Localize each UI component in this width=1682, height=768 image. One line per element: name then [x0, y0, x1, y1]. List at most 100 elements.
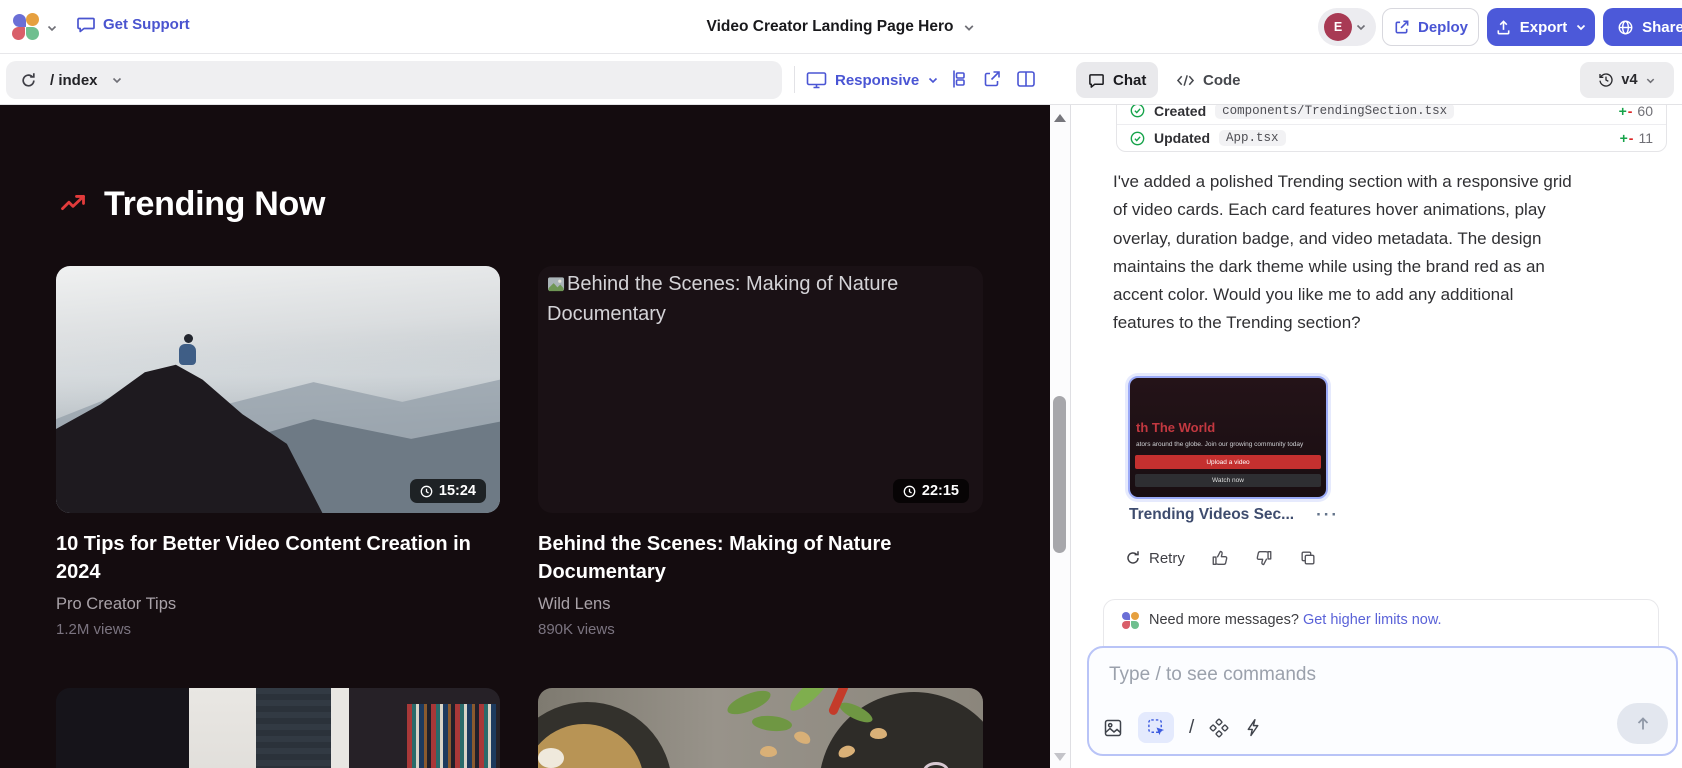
video-card-meta[interactable]: 10 Tips for Better Video Content Creatio… [56, 530, 486, 638]
assistant-message: I've added a polished Trending section w… [1113, 168, 1661, 338]
share-button[interactable]: Share [1603, 8, 1682, 46]
get-support-button[interactable]: Get Support [76, 14, 190, 34]
change-file-chip: App.tsx [1219, 130, 1286, 146]
tab-chat[interactable]: Chat [1076, 62, 1158, 98]
preview-toolbar: / index Responsive C [0, 54, 1682, 105]
retry-icon [1125, 550, 1141, 566]
preview-scrollbar[interactable] [1050, 105, 1070, 768]
components-diamonds-icon[interactable] [1209, 718, 1229, 738]
chat-panel: Created components/TrendingSection.tsx +… [1070, 105, 1682, 768]
site-preview-canvas[interactable]: Trending Now 15:24 10 Tips for Better Vi… [0, 105, 1050, 768]
route-path-label: / index [50, 72, 98, 89]
attachment-menu-dots[interactable]: ··· [1316, 505, 1339, 525]
duration-text: 15:24 [439, 483, 476, 499]
component-icon[interactable] [948, 69, 968, 89]
duration-text: 22:15 [922, 483, 959, 499]
banner-text: Need more messages? [1149, 612, 1299, 628]
chat-bubble-icon [1088, 72, 1105, 89]
trending-section-header: Trending Now [58, 181, 325, 227]
chat-input[interactable] [1109, 660, 1649, 690]
export-label: Export [1520, 19, 1568, 36]
file-change-row[interactable]: Updated App.tsx +-11 [1117, 124, 1666, 151]
account-menu[interactable]: E [1318, 8, 1376, 46]
open-in-new-window-icon[interactable] [982, 69, 1002, 89]
viewport-selector[interactable]: Responsive [806, 62, 939, 98]
viewport-label: Responsive [835, 72, 919, 89]
duration-badge: 22:15 [893, 479, 969, 503]
retry-button[interactable]: Retry [1125, 550, 1185, 567]
split-panel-icon[interactable] [1016, 69, 1036, 89]
change-action: Created [1154, 105, 1206, 119]
attachment-preview-card[interactable]: th The World ators around the globe. Joi… [1128, 376, 1328, 499]
clock-icon [903, 485, 916, 498]
scroll-up-arrow[interactable] [1054, 114, 1066, 122]
logo-menu-chevron-icon[interactable] [46, 22, 58, 34]
url-bar[interactable]: / index [6, 61, 782, 99]
version-history-button[interactable]: v4 [1580, 62, 1674, 98]
export-button[interactable]: Export [1487, 8, 1595, 46]
version-label: v4 [1621, 72, 1637, 88]
check-circle-icon [1130, 105, 1145, 118]
account-chevron-icon [1355, 21, 1367, 33]
message-actions: Retry [1125, 549, 1317, 567]
deploy-button[interactable]: Deploy [1382, 8, 1479, 46]
mini-hero-subtext: ators around the globe. Join our growing… [1136, 441, 1303, 448]
route-chevron-icon[interactable] [111, 74, 123, 86]
duration-badge: 15:24 [410, 479, 486, 503]
thumbs-down-icon[interactable] [1255, 549, 1273, 567]
support-bubble-icon [76, 14, 96, 34]
mini-secondary-button: Watch now [1135, 474, 1321, 487]
photographer-figure [184, 334, 193, 343]
diff-stats: +-60 [1619, 105, 1653, 119]
mini-primary-button: Upload a video [1135, 455, 1321, 469]
send-button[interactable] [1617, 703, 1668, 744]
video-card-thumbnail[interactable]: Behind the Scenes: Making of Nature Docu… [538, 266, 983, 513]
image-alt-text: Behind the Scenes: Making of Nature Docu… [547, 270, 917, 329]
thumbs-up-icon[interactable] [1211, 549, 1229, 567]
app-logo-mini-icon [1122, 612, 1139, 629]
composer-toolbar: / [1103, 712, 1263, 743]
chat-input-box[interactable]: / [1087, 646, 1678, 756]
video-card-thumbnail[interactable]: 15:24 [56, 266, 500, 513]
refresh-icon[interactable] [20, 72, 37, 89]
toolbar-divider [794, 66, 795, 93]
clock-icon [420, 485, 433, 498]
preview-scrollbar-thumb[interactable] [1053, 396, 1066, 553]
video-title: 10 Tips for Better Video Content Creatio… [56, 530, 486, 586]
attachment-label[interactable]: Trending Videos Sec... [1129, 506, 1294, 524]
project-title-menu[interactable]: Video Creator Landing Page Hero [707, 0, 976, 54]
slash-command-button[interactable]: / [1189, 717, 1194, 739]
diff-stats: +-11 [1620, 130, 1653, 146]
video-views: 1.2M views [56, 621, 486, 638]
attach-image-icon[interactable] [1103, 718, 1123, 738]
deploy-label: Deploy [1418, 19, 1468, 36]
code-brackets-icon [1176, 72, 1195, 89]
video-card-thumbnail[interactable] [538, 688, 983, 768]
retry-label: Retry [1149, 550, 1185, 567]
trending-up-icon [58, 190, 88, 218]
video-channel: Pro Creator Tips [56, 595, 486, 614]
broken-image-icon [547, 276, 566, 293]
check-circle-icon [1130, 131, 1145, 146]
avatar: E [1324, 13, 1352, 41]
video-card-meta[interactable]: Behind the Scenes: Making of Nature Docu… [538, 530, 938, 638]
file-change-row[interactable]: Created components/TrendingSection.tsx +… [1117, 105, 1666, 124]
video-card-thumbnail[interactable] [56, 688, 500, 768]
code-tab-label: Code [1203, 72, 1241, 89]
tab-code[interactable]: Code [1164, 62, 1253, 98]
scroll-down-arrow[interactable] [1054, 753, 1066, 761]
banner-upgrade-link[interactable]: Get higher limits now. [1303, 612, 1442, 628]
external-link-icon [1393, 19, 1410, 36]
select-element-button[interactable] [1138, 712, 1174, 743]
share-label: Share [1642, 19, 1682, 36]
video-channel: Wild Lens [538, 595, 938, 614]
video-title: Behind the Scenes: Making of Nature Docu… [538, 530, 938, 586]
lightning-icon[interactable] [1244, 718, 1263, 737]
app-logo-icon[interactable] [12, 13, 40, 41]
mini-hero-heading: th The World [1136, 420, 1215, 435]
export-chevron-icon [1575, 21, 1587, 33]
section-title: Trending Now [104, 185, 325, 224]
file-changes-card: Created components/TrendingSection.tsx +… [1116, 105, 1667, 152]
copy-icon[interactable] [1299, 549, 1317, 567]
video-views: 890K views [538, 621, 938, 638]
